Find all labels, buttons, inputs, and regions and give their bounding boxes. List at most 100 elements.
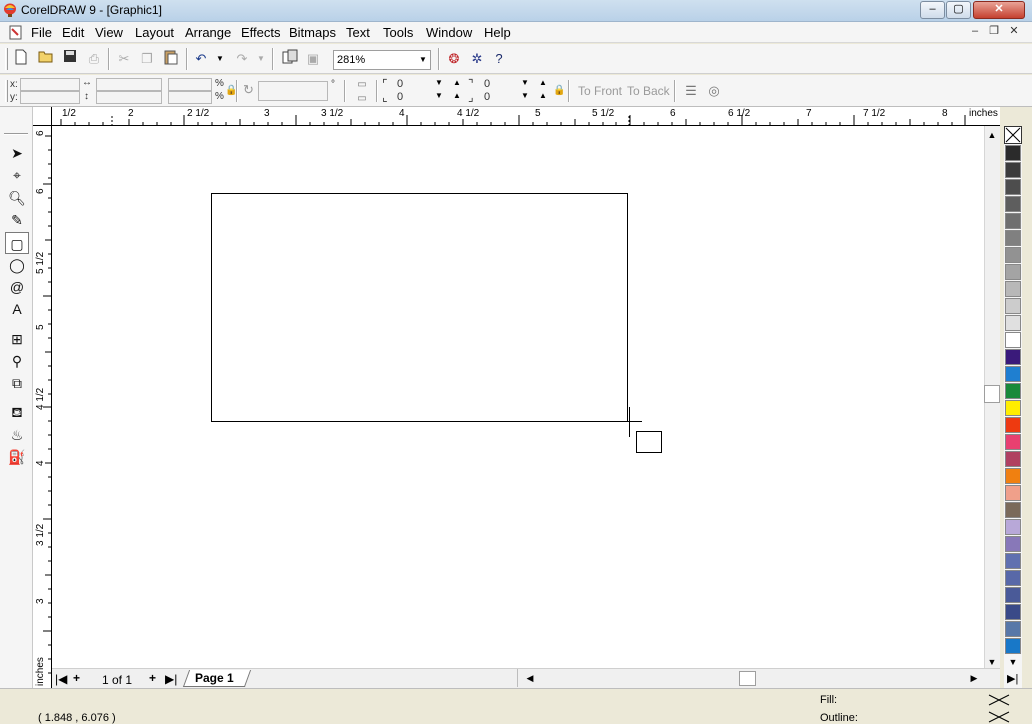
coreldraw-app-icon[interactable] (3, 3, 17, 18)
palette-color-swatch[interactable] (1005, 587, 1021, 603)
minimize-button[interactable]: – (920, 1, 945, 19)
last-page-button[interactable]: ▶| (165, 672, 177, 686)
corner-roundness-top-left[interactable]: 0 (397, 78, 403, 90)
palette-color-swatch[interactable] (1005, 604, 1021, 620)
scroll-right-arrow-icon[interactable]: ▶ (968, 673, 980, 684)
corner-br-spinner-down-icon[interactable]: ▼ (520, 91, 530, 101)
corner-bl-spinner-down-icon[interactable]: ▼ (434, 91, 444, 101)
maximize-button[interactable]: ▢ (946, 1, 971, 19)
palette-color-swatch[interactable] (1005, 332, 1021, 348)
palette-color-swatch[interactable] (1005, 281, 1021, 297)
application-launcher-icon[interactable]: ❂ (444, 49, 464, 69)
menu-text[interactable]: Text (346, 25, 370, 40)
rectangle-tool-icon[interactable]: ▢ (5, 232, 29, 254)
palette-color-swatch[interactable] (1005, 570, 1021, 586)
palette-color-swatch[interactable] (1005, 247, 1021, 263)
menu-view[interactable]: View (95, 25, 123, 40)
vertical-ruler[interactable]: 6 6 5 1/2 5 4 1/2 4 3 1/2 3 inches (33, 126, 52, 688)
import-icon[interactable] (280, 49, 300, 69)
add-page-after-button[interactable]: + (149, 671, 156, 685)
doc-minimize-button[interactable]: – (968, 25, 982, 39)
wrap-paragraph-text-icon[interactable]: ☰ (681, 81, 701, 101)
to-back-button[interactable]: To Back (627, 84, 670, 98)
outline-tool-icon[interactable]: ⧉ (5, 372, 29, 394)
ruler-origin-corner[interactable] (33, 107, 52, 126)
whats-this-help-icon[interactable]: ? (489, 49, 509, 69)
palette-color-swatch[interactable] (1005, 230, 1021, 246)
corner-roundness-bottom-right[interactable]: 0 (484, 91, 490, 103)
toolbar-grip[interactable] (5, 48, 8, 70)
menu-help[interactable]: Help (484, 25, 511, 40)
palette-color-swatch[interactable] (1005, 162, 1021, 178)
export-icon[interactable]: ▣ (303, 49, 323, 69)
document-icon[interactable] (9, 25, 23, 40)
y-position-field[interactable] (20, 91, 80, 104)
to-front-button[interactable]: To Front (578, 84, 622, 98)
convert-to-curves-icon[interactable]: ◎ (704, 81, 724, 101)
corel-online-icon[interactable]: ✲ (467, 49, 487, 69)
palette-color-swatch[interactable] (1005, 434, 1021, 450)
corner-tr-spinner-up-icon[interactable]: ▲ (538, 78, 548, 88)
first-page-button[interactable]: |◀ (55, 672, 67, 686)
horizontal-ruler[interactable]: 1/2 2 2 1/2 3 3 1/2 4 4 1/2 5 5 1/2 6 6 … (33, 107, 1000, 126)
doc-close-button[interactable]: ✕ (1007, 25, 1021, 39)
corner-bl-spinner-up-icon[interactable]: ▲ (452, 91, 462, 101)
palette-color-swatch[interactable] (1005, 485, 1021, 501)
palette-scroll-down-icon[interactable]: ▼ (1007, 657, 1019, 667)
palette-color-swatch[interactable] (1005, 400, 1021, 416)
menu-file[interactable]: File (31, 25, 52, 40)
cut-icon[interactable]: ✂ (114, 49, 134, 69)
undo-icon[interactable]: ↶ (191, 49, 211, 69)
zoom-dropdown-icon[interactable]: ▼ (418, 55, 428, 65)
corner-tr-spinner-down-icon[interactable]: ▼ (520, 78, 530, 88)
shape-tool-icon[interactable]: ⌖ (5, 164, 29, 186)
palette-color-swatch[interactable] (1005, 349, 1021, 365)
menu-window[interactable]: Window (426, 25, 472, 40)
palette-color-swatch[interactable] (1005, 502, 1021, 518)
palette-color-swatch[interactable] (1005, 468, 1021, 484)
menu-layout[interactable]: Layout (135, 25, 174, 40)
palette-color-swatch[interactable] (1005, 264, 1021, 280)
palette-color-swatch[interactable] (1005, 383, 1021, 399)
menu-tools[interactable]: Tools (383, 25, 413, 40)
scroll-down-arrow-icon[interactable]: ▼ (986, 657, 998, 667)
palette-color-swatch[interactable] (1005, 298, 1021, 314)
eyedropper-tool-icon[interactable]: ⚲ (5, 350, 29, 372)
no-outline-icon[interactable] (988, 711, 1010, 723)
mirror-vertical-icon[interactable]: ▭ (352, 92, 372, 106)
corner-lock-icon[interactable]: 🔒 (553, 85, 565, 96)
paint-bucket-tool-icon[interactable]: ⛽ (5, 446, 29, 468)
palette-color-swatch[interactable] (1005, 451, 1021, 467)
undo-dropdown-icon[interactable]: ▼ (215, 54, 225, 64)
freehand-tool-icon[interactable]: ✎ (5, 209, 29, 231)
palette-color-swatch[interactable] (1005, 196, 1021, 212)
vertical-scroll-thumb[interactable] (984, 385, 1000, 403)
copy-icon[interactable]: ❐ (137, 49, 157, 69)
width-field[interactable] (96, 78, 162, 91)
no-color-swatch[interactable] (1004, 126, 1022, 144)
interactive-fill-tool-icon[interactable]: ♨ (5, 424, 29, 446)
redo-icon[interactable]: ↷ (232, 49, 252, 69)
menu-bitmaps[interactable]: Bitmaps (289, 25, 336, 40)
palette-color-swatch[interactable] (1005, 179, 1021, 195)
palette-color-swatch[interactable] (1005, 536, 1021, 552)
corner-roundness-top-right[interactable]: 0 (484, 78, 490, 90)
open-icon[interactable] (36, 49, 56, 69)
palette-flyout-button[interactable]: ▶| (1007, 672, 1018, 685)
scroll-up-arrow-icon[interactable]: ▲ (986, 130, 998, 140)
print-icon[interactable]: ⎙ (84, 49, 104, 69)
toolbar-grip[interactable] (5, 80, 8, 102)
scale-x-field[interactable] (168, 78, 212, 91)
paste-icon[interactable] (161, 49, 181, 69)
corner-tl-spinner-down-icon[interactable]: ▼ (434, 78, 444, 88)
x-position-field[interactable] (20, 78, 80, 91)
scale-y-field[interactable] (168, 91, 212, 104)
save-icon[interactable] (60, 49, 80, 69)
toolbox-grip[interactable] (4, 133, 28, 135)
add-page-before-button[interactable]: + (73, 671, 80, 685)
spiral-tool-icon[interactable]: @ (5, 276, 29, 298)
new-document-icon[interactable] (11, 49, 31, 69)
zoom-tool-icon[interactable]: 🔍︎ (5, 187, 29, 209)
menu-edit[interactable]: Edit (62, 25, 84, 40)
corner-br-spinner-up-icon[interactable]: ▲ (538, 91, 548, 101)
